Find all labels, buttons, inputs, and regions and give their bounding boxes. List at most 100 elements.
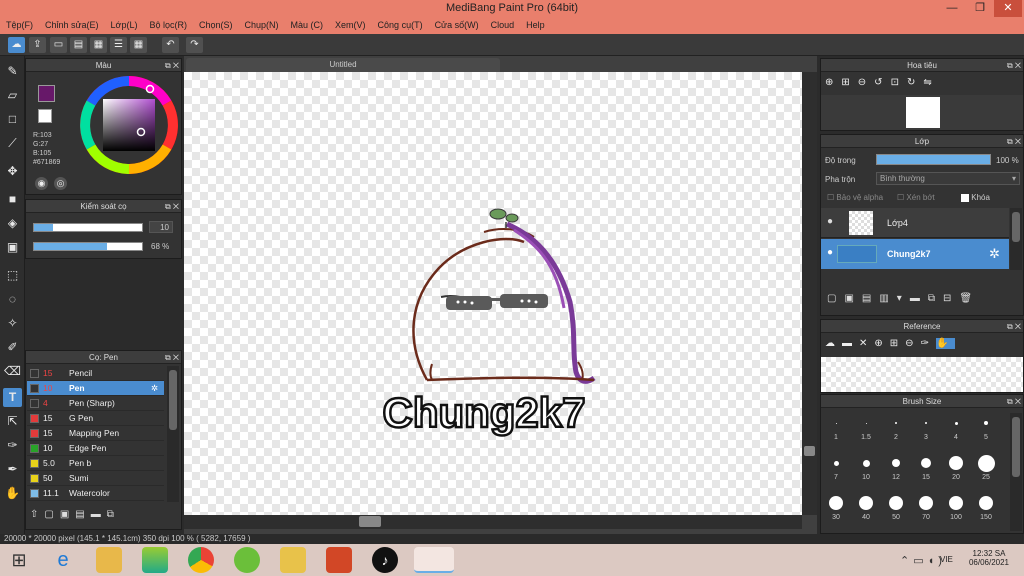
bucket-tool-icon[interactable]: ◈ (3, 214, 22, 233)
document-tab[interactable]: Untitled (186, 58, 500, 72)
delete-layer-icon[interactable]: 🗑 (959, 293, 980, 304)
brush-cloud-icon[interactable]: ⇧ (30, 509, 44, 520)
brush-list-item[interactable]: 4 Pen (Sharp) (27, 396, 164, 411)
ie-icon[interactable]: e (50, 547, 76, 573)
fill-rect-tool-icon[interactable]: ■ (3, 190, 22, 209)
visibility-icon[interactable]: ● (827, 247, 833, 258)
menu-help[interactable]: Help (520, 17, 551, 30)
brush-list-item[interactable]: 15 Mapping Pen (27, 426, 164, 441)
ref-close-icon[interactable]: ✕ (859, 338, 874, 349)
drawing-canvas[interactable]: Chung2k7 (184, 72, 802, 515)
gradient-tool-icon[interactable]: ▣ (3, 238, 22, 257)
fit-icon[interactable]: ⊞ (841, 77, 857, 88)
brush-size-dot[interactable] (925, 422, 927, 424)
zoom-out-icon[interactable]: ⊖ (858, 77, 874, 88)
palette-add-icon[interactable]: ◎ (54, 177, 67, 190)
ref-dropper-icon[interactable]: ✑ (921, 338, 936, 349)
menu-select[interactable]: Chọn(S) (193, 17, 239, 30)
select-rect-tool-icon[interactable]: ⬚ (3, 266, 22, 285)
menu-tools[interactable]: Công cụ(T) (372, 17, 429, 30)
foreground-color-swatch[interactable] (38, 85, 55, 102)
brush-size-dot[interactable] (977, 454, 995, 472)
blend-mode-select[interactable]: Bình thường ▾ (876, 172, 1020, 185)
menu-layer[interactable]: Lớp(L) (105, 17, 144, 30)
layer-row-selected[interactable]: ● Chung2k7 ✲ (821, 239, 1009, 269)
menu-file[interactable]: Tệp(F) (0, 17, 39, 30)
minimize-button[interactable]: — (938, 0, 966, 17)
background-color-swatch[interactable] (38, 109, 52, 123)
file-explorer-icon[interactable] (280, 547, 306, 573)
brush-list-scrollbar[interactable] (167, 366, 179, 502)
menu-cloud[interactable]: Cloud (485, 17, 521, 30)
redo-icon[interactable]: ↷ (186, 37, 203, 53)
medibang-taskbar-icon[interactable] (414, 547, 454, 573)
panel-close-icon[interactable]: ⧉ ✕ (1007, 320, 1021, 333)
panel-close-icon[interactable]: ⧉ ✕ (1007, 395, 1021, 408)
brush-size-value[interactable]: 10 (149, 221, 173, 233)
share-icon[interactable]: ⇪ (29, 37, 46, 53)
hand-tool-icon[interactable]: ✋ (3, 484, 22, 503)
rectangle-tool-icon[interactable]: □ (3, 110, 22, 129)
eraser-tool-icon[interactable]: ▱ (3, 86, 22, 105)
select-eraser-tool-icon[interactable]: ⌫ (3, 362, 22, 381)
merge-icon[interactable]: ⊟ (943, 293, 959, 304)
grid-icon[interactable]: ▦ (130, 37, 147, 53)
brush-size-dot[interactable] (859, 496, 873, 510)
layer-opacity-slider[interactable] (876, 154, 991, 165)
brush-size-dot[interactable] (892, 459, 900, 467)
chrome-icon[interactable] (188, 547, 214, 573)
move-tool-icon[interactable]: ✥ (3, 162, 22, 181)
cloud-icon[interactable]: ☁ (8, 37, 25, 53)
pen-tool-icon[interactable]: ✒ (3, 460, 22, 479)
operation-tool-icon[interactable]: ⇱ (3, 412, 22, 431)
brush-list-item[interactable]: 10 Edge Pen (27, 441, 164, 456)
palette-icon[interactable]: ◉ (35, 177, 48, 190)
new-halftone-icon[interactable]: ▣ (844, 293, 861, 304)
clock[interactable]: 12:32 SA 06/06/2021 (966, 549, 1012, 567)
brush-size-dot[interactable] (829, 496, 843, 510)
rotate-right-icon[interactable]: ↻ (907, 77, 923, 88)
brush-size-dot[interactable] (865, 422, 867, 424)
menu-color[interactable]: Màu (C) (285, 17, 330, 30)
brush-list-item[interactable]: ✲ 10 Pen (27, 381, 164, 396)
app-icon[interactable] (234, 547, 260, 573)
message-icon[interactable]: ▤ (70, 37, 87, 53)
zoom-in-icon[interactable]: ⊕ (825, 77, 841, 88)
protect-alpha-checkbox[interactable]: ☐ Bảo vệ alpha (827, 193, 883, 202)
gear-icon[interactable]: ✲ (151, 381, 158, 396)
brush-size-dot[interactable] (862, 459, 870, 467)
powerpoint-icon[interactable] (326, 547, 352, 573)
brush-size-dot[interactable] (921, 458, 931, 468)
bluestacks-icon[interactable] (142, 547, 168, 573)
brush-new-icon[interactable]: ▢ (44, 509, 59, 520)
maximize-button[interactable]: ❐ (966, 0, 994, 17)
tiktok-icon[interactable]: ♪ (372, 547, 398, 573)
folder-icon[interactable]: ▬ (910, 293, 928, 304)
magic-wand-tool-icon[interactable]: ✧ (3, 314, 22, 333)
new-8bit-icon[interactable]: ▤ (862, 293, 879, 304)
color-wheel[interactable] (79, 75, 179, 175)
brush-size-dot[interactable] (979, 496, 993, 510)
brush-opacity-slider[interactable] (33, 242, 143, 251)
curve-tool-icon[interactable]: ⟋ (3, 134, 22, 153)
ref-folder-icon[interactable]: ▬ (842, 338, 859, 349)
menu-filter[interactable]: Bộ lọc(R) (143, 17, 193, 30)
brush-size-grid[interactable]: 1 1.5 2 3 4 5 7 10 12 15 20 25 30 40 50 70 100 150 (821, 409, 1009, 533)
menu-edit[interactable]: Chỉnh sửa(E) (39, 17, 105, 30)
brush-add-icon[interactable]: ▣ (60, 509, 75, 520)
panel-close-icon[interactable]: ⧉ ✕ (165, 351, 179, 364)
panel-close-icon[interactable]: ⧉ ✕ (1007, 59, 1021, 72)
lock-checkbox[interactable]: Khóa (961, 193, 990, 202)
ref-fit-icon[interactable]: ⊞ (890, 338, 905, 349)
brush-size-scrollbar[interactable] (1010, 413, 1022, 531)
rotate-left-icon[interactable]: ↺ (874, 77, 890, 88)
brush-size-dot[interactable] (984, 421, 988, 425)
brush-size-dot[interactable] (895, 422, 897, 424)
new-layer-menu-icon[interactable]: ▥▾ (879, 293, 909, 304)
flip-icon[interactable]: ⇋ (923, 77, 939, 88)
menu-view[interactable]: Xem(V) (329, 17, 372, 30)
dropper-tool-icon[interactable]: ✑ (3, 436, 22, 455)
brush-size-dot[interactable] (833, 460, 839, 466)
brush-list-item[interactable]: 15 Pencil (27, 366, 164, 381)
comment-icon[interactable]: ▭ (50, 37, 67, 53)
